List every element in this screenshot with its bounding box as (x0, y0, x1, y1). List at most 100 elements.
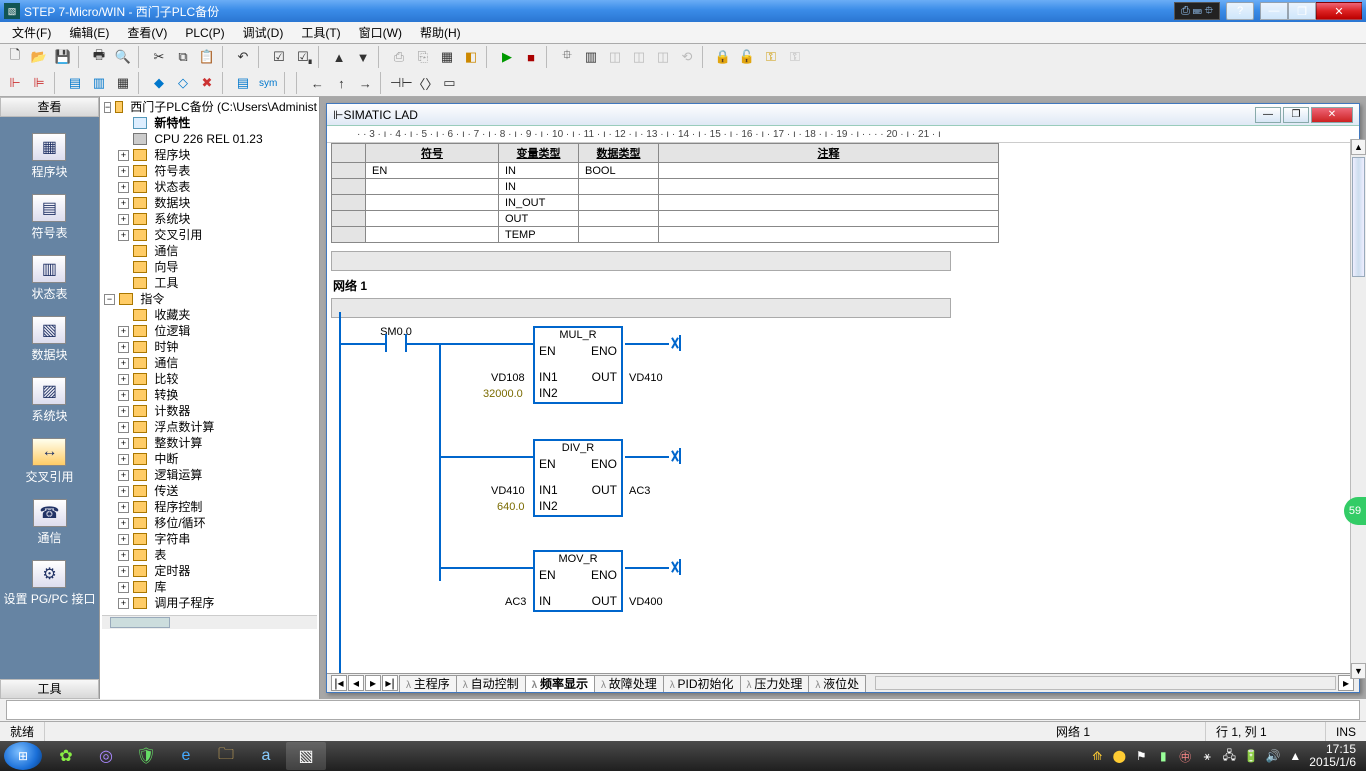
tb-cut-icon[interactable]: ✂ (148, 46, 170, 68)
tb-monitor6-icon[interactable]: ⟲ (676, 46, 698, 68)
tb-insert-network-icon[interactable]: ⎙ (388, 46, 410, 68)
tree-item[interactable]: + 程序块 (118, 147, 317, 163)
tb-preview-icon[interactable]: 🔍 (112, 46, 134, 68)
col-datatype[interactable]: 数据类型 (579, 144, 659, 163)
table-row[interactable]: ENINBOOL (332, 163, 999, 179)
close-button[interactable]: ✕ (1316, 2, 1362, 20)
col-vartype[interactable]: 变量类型 (499, 144, 579, 163)
tb-force2-icon[interactable]: 🔓 (736, 46, 758, 68)
tree-expand-icon[interactable]: + (118, 198, 129, 209)
nav-status-table[interactable]: ▥状态表 (31, 255, 67, 302)
start-button[interactable]: ⊞ (4, 742, 42, 770)
tree-item[interactable]: + 交叉引用 (118, 227, 317, 243)
tree-item[interactable]: + 库 (118, 579, 317, 595)
pin-out-ac3[interactable]: AC3 (629, 485, 650, 497)
tree-item[interactable]: + 计数器 (118, 403, 317, 419)
tree-item[interactable]: + 时钟 (118, 339, 317, 355)
tb-paste-icon[interactable]: 📋 (196, 46, 218, 68)
tree-item[interactable]: + 状态表 (118, 179, 317, 195)
tree-expand-icon[interactable]: + (118, 534, 129, 545)
pin-in2-32000[interactable]: 32000.0 (483, 388, 523, 400)
tree-expand-icon[interactable]: + (118, 422, 129, 433)
tree-item[interactable]: + 系统块 (118, 211, 317, 227)
tree-item[interactable]: + 程序控制 (118, 499, 317, 515)
tb-open-icon[interactable]: 📂 (28, 46, 50, 68)
tree-expand-icon[interactable]: + (118, 486, 129, 497)
tray-app-icon[interactable]: ▮ (1155, 748, 1171, 764)
network-comment-bar[interactable] (331, 298, 951, 318)
system-tray[interactable]: ⟰ ⬤ ⚑ ▮ ㊥ ⚹ 🖧 🔋 🔊 ▲ 17:15 2015/1/6 (1089, 743, 1362, 769)
task-app1-icon[interactable]: ✿ (46, 742, 86, 770)
menu-view[interactable]: 查看(V) (119, 22, 175, 43)
menu-debug[interactable]: 调试(D) (235, 22, 292, 43)
tray-flag-icon[interactable]: ⚑ (1133, 748, 1149, 764)
tb-stop-icon[interactable]: ■ (520, 46, 542, 68)
tree-item[interactable]: + 调用子程序 (118, 595, 317, 611)
tabs-first-icon[interactable]: |◂ (331, 675, 347, 691)
tb2-bookmark2-icon[interactable]: ◇ (172, 72, 194, 94)
tree-expand-icon[interactable]: + (118, 582, 129, 593)
tree-item[interactable]: + 整数计算 (118, 435, 317, 451)
tb2-comment-icon[interactable]: ▥ (88, 72, 110, 94)
minimize-button[interactable]: — (1260, 2, 1288, 20)
side-badge[interactable]: 59 (1344, 497, 1366, 525)
tree-expand-icon[interactable]: + (118, 502, 129, 513)
pou-tab[interactable]: PID初始化 (663, 675, 741, 692)
tb2-sym-text[interactable]: sym (256, 72, 280, 94)
tree-expand-icon[interactable]: + (118, 358, 129, 369)
tabs-next-icon[interactable]: ▸ (365, 675, 381, 691)
pou-tab[interactable]: 主程序 (399, 675, 457, 692)
editor-vscrollbar[interactable]: ▲ ▼ (1350, 139, 1366, 679)
nav-data-block[interactable]: ▧数据块 (31, 316, 67, 363)
tabs-last-icon[interactable]: ▸| (382, 675, 398, 691)
menu-tools[interactable]: 工具(T) (293, 22, 348, 43)
tray-clock[interactable]: 17:15 2015/1/6 (1309, 743, 1362, 769)
tree-item[interactable]: + 数据块 (118, 195, 317, 211)
tb-download-icon[interactable]: ▼ (352, 46, 374, 68)
nav-system-block[interactable]: ▨系统块 (31, 377, 67, 424)
variable-table[interactable]: 符号 变量类型 数据类型 注释 ENINBOOLININ_OUTOUTTEMP (331, 143, 999, 243)
col-symbol[interactable]: 符号 (366, 144, 499, 163)
tray-bt-icon[interactable]: ⚹ (1199, 748, 1215, 764)
tree-item[interactable]: + 表 (118, 547, 317, 563)
table-row[interactable]: IN (332, 179, 999, 195)
table-row[interactable]: IN_OUT (332, 195, 999, 211)
tb-monitor2-icon[interactable]: ▥ (580, 46, 602, 68)
contact-sm00[interactable]: SM0.0 (351, 330, 441, 370)
tree-expand-icon[interactable]: + (118, 454, 129, 465)
tree-expand-icon[interactable]: + (118, 326, 129, 337)
col-comment[interactable]: 注释 (659, 144, 999, 163)
tray-net-icon[interactable]: 🖧 (1221, 748, 1237, 764)
pou-tab[interactable]: 液位处 (808, 675, 866, 692)
maximize-button[interactable]: ❐ (1288, 2, 1316, 20)
table-row[interactable]: OUT (332, 211, 999, 227)
tree-item[interactable]: + 字符串 (118, 531, 317, 547)
tree-item[interactable]: 工具 (118, 275, 317, 291)
nav-footer[interactable]: 工具 (0, 679, 99, 699)
tree-expand-icon[interactable]: + (118, 566, 129, 577)
task-ie-icon[interactable]: e (166, 742, 206, 770)
menu-plc[interactable]: PLC(P) (177, 24, 232, 42)
nav-cross-ref[interactable]: ↔交叉引用 (25, 438, 73, 485)
task-explorer-icon[interactable]: 🗀 (206, 742, 246, 770)
tree-expand-icon[interactable]: + (118, 598, 129, 609)
tree-hscroll[interactable] (102, 615, 317, 629)
tb2-bookmark1-icon[interactable]: ◆ (148, 72, 170, 94)
tray-ime-icon[interactable]: ㊥ (1177, 748, 1193, 764)
task-app3-icon[interactable]: 🛡 (126, 742, 166, 770)
tree-expand-icon[interactable]: + (118, 438, 129, 449)
nav-pgpc[interactable]: ⚙设置 PG/PC 接口 (3, 560, 95, 607)
tb2-box-icon[interactable]: ▭ (438, 72, 460, 94)
table-row[interactable]: TEMP (332, 227, 999, 243)
tb-delete-network-icon[interactable]: ⎘ (412, 46, 434, 68)
network-title-bar[interactable] (331, 251, 951, 271)
tray-up-icon[interactable]: ▲ (1287, 748, 1303, 764)
project-tree[interactable]: − 西门子PLC备份 (C:\Users\Administ 新特性 CPU 22… (100, 97, 320, 699)
block-div-r[interactable]: DIV_R ENENO IN1OUT IN2 (533, 439, 623, 517)
scroll-up-icon[interactable]: ▲ (1351, 139, 1366, 155)
help-button[interactable]: ? (1226, 2, 1254, 20)
tb2-up-icon[interactable]: ↑ (330, 72, 352, 94)
tree-expand-icon[interactable]: + (118, 518, 129, 529)
tree-expand-icon[interactable]: + (118, 182, 129, 193)
tray-shield-icon[interactable]: ⬤ (1111, 748, 1127, 764)
